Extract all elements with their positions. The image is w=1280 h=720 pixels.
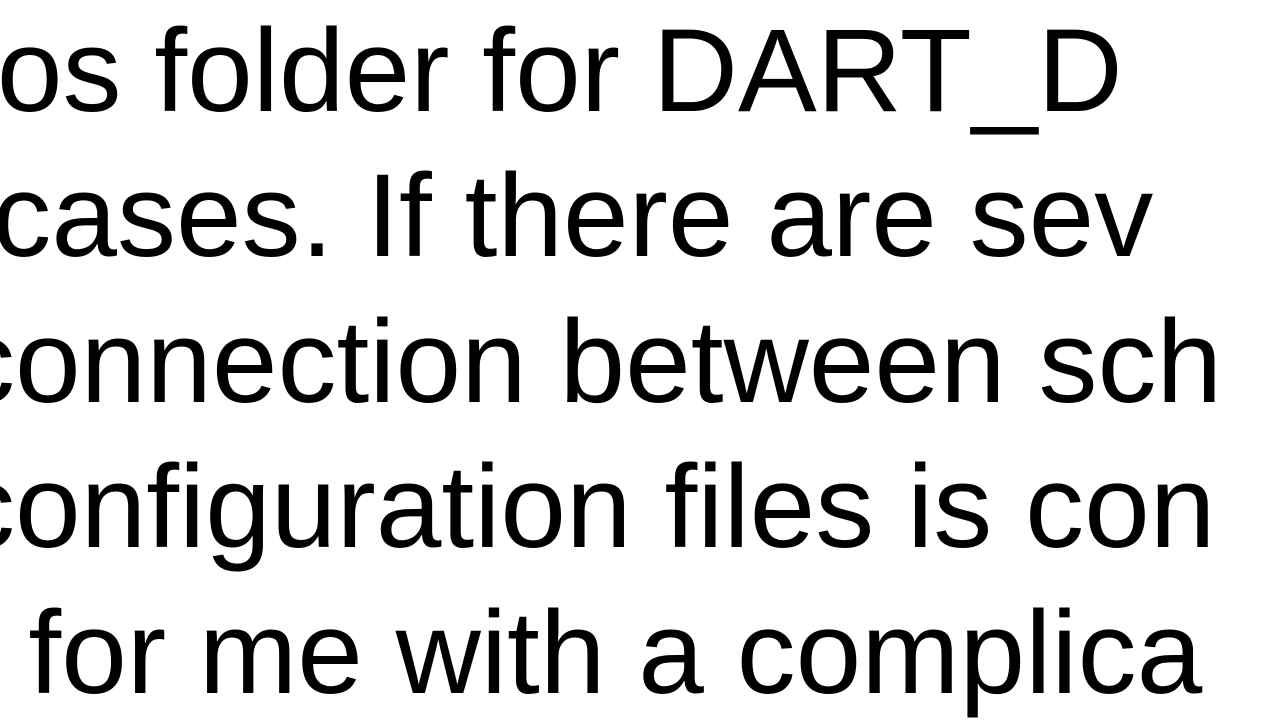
text-line-4: configuration files is con [0,434,1215,581]
text-line-5: n for me with a complica [0,580,1202,720]
text-line-2: e cases. If there are sev [0,143,1153,290]
text-line-3: connection between sch [0,289,1222,436]
text-line-1: ur ios folder for DART_D [0,0,1123,145]
cropped-text-viewport: ur ios folder for DART_D e cases. If the… [0,0,1280,720]
